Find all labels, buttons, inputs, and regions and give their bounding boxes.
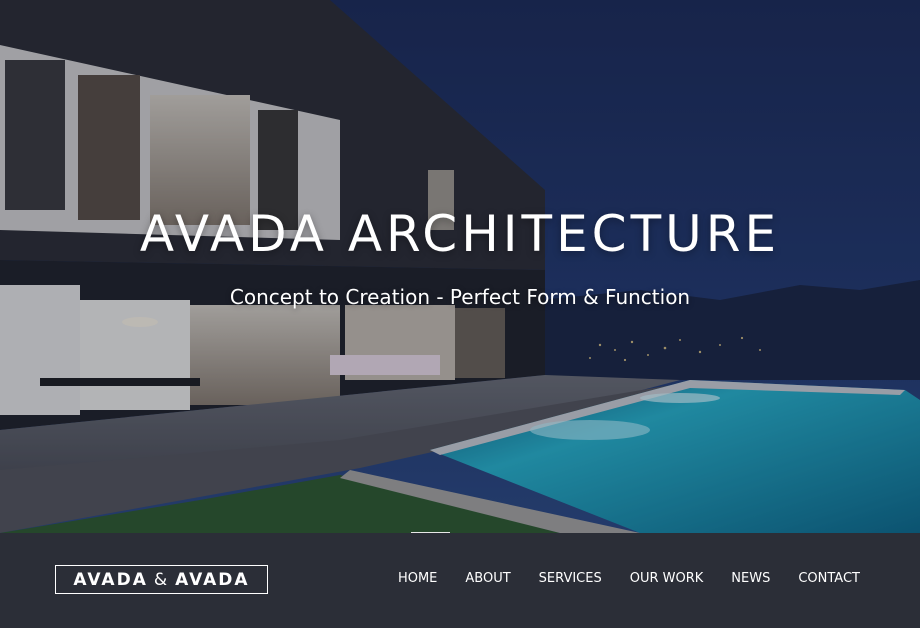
site-logo[interactable]: AVADA & AVADA xyxy=(55,565,268,594)
nav-item-services[interactable]: SERVICES xyxy=(539,571,602,586)
logo-ampersand: & xyxy=(153,569,170,590)
hero-section: AVADA ARCHITECTURE Concept to Creation -… xyxy=(0,0,920,533)
logo-part2: AVADA xyxy=(175,569,250,590)
nav-item-contact[interactable]: CONTACT xyxy=(798,571,860,586)
nav-item-about[interactable]: ABOUT xyxy=(465,571,510,586)
logo-part1: AVADA xyxy=(73,569,148,590)
hero-subtitle: Concept to Creation - Perfect Form & Fun… xyxy=(229,285,691,309)
hero-background-image xyxy=(0,0,920,533)
navbar: AVADA & AVADA HOME ABOUT SERVICES OUR WO… xyxy=(0,533,920,628)
nav-item-our-work[interactable]: OUR WORK xyxy=(630,571,704,586)
main-nav: HOME ABOUT SERVICES OUR WORK NEWS CONTAC… xyxy=(398,571,860,586)
nav-item-home[interactable]: HOME xyxy=(398,571,437,586)
nav-item-news[interactable]: NEWS xyxy=(731,571,770,586)
hero-title: AVADA ARCHITECTURE xyxy=(139,205,781,263)
